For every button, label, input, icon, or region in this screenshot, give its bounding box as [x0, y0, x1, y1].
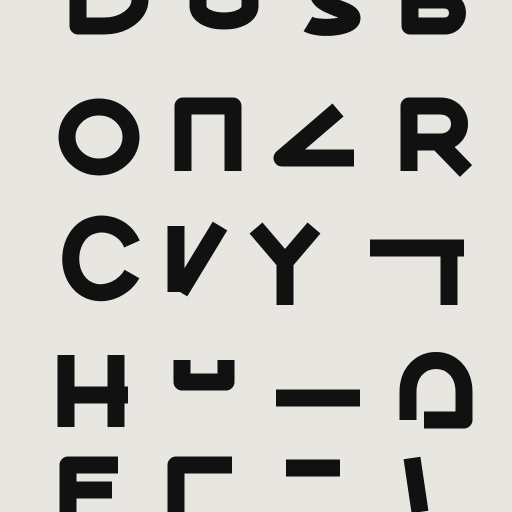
glyph-i-fragment: [403, 456, 429, 512]
glyph-specimen-sheet: [0, 0, 512, 512]
